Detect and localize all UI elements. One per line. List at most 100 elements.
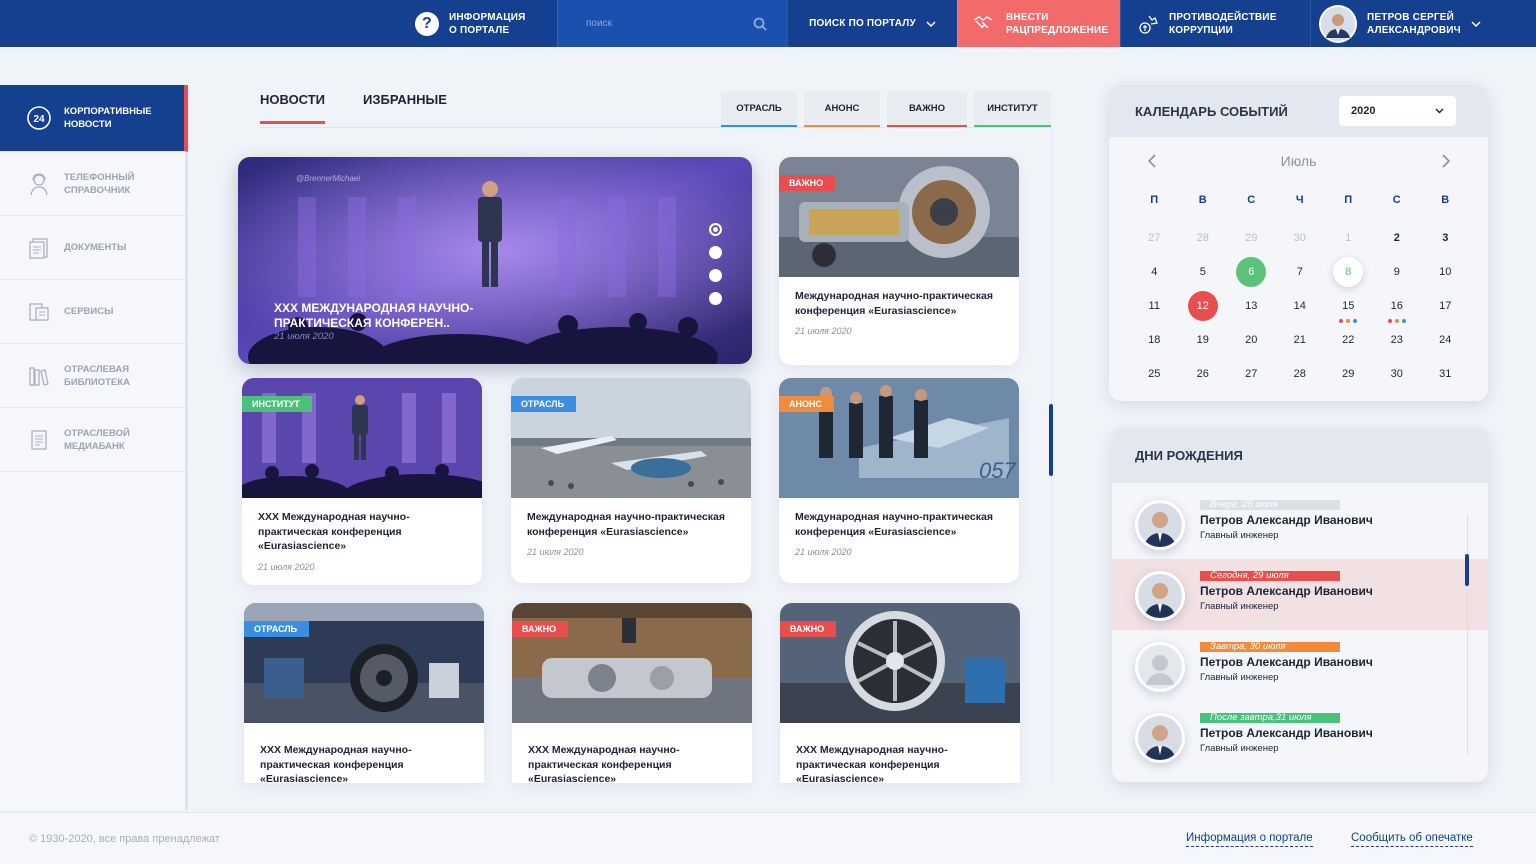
calendar-day-with-events[interactable]: 16 (1373, 291, 1422, 323)
calendar-day[interactable]: 27 (1130, 223, 1179, 253)
slider-dot-3[interactable] (709, 269, 722, 282)
sidebar-item-documents[interactable]: Документы (0, 216, 185, 280)
sidebar-item-corporate-news[interactable]: 24 Корпоративные новости (0, 85, 188, 152)
news-card[interactable]: Институт XXX Международная научно-практи… (242, 378, 482, 585)
calendar-day[interactable]: 1 (1324, 223, 1373, 253)
next-month-icon[interactable] (1437, 153, 1453, 169)
news-card[interactable]: Важно Международная научно-практическая … (779, 157, 1019, 365)
news-card-title[interactable]: XXX Международная научно-практическая ко… (244, 723, 484, 783)
calendar-day[interactable]: 29 (1324, 359, 1373, 389)
birthday-item[interactable]: Завтра, 30 июля Петров Александр Иванови… (1112, 630, 1488, 701)
news-card[interactable]: Отрасль XXX Международная научно-практич… (244, 603, 484, 783)
news-card[interactable]: 057 Анонс Международная научно-практичес… (779, 378, 1019, 583)
calendar-day[interactable]: 19 (1179, 325, 1228, 355)
sidebar-item-line2: справочник (64, 184, 131, 196)
calendar-day[interactable]: 25 (1130, 359, 1179, 389)
calendar-day[interactable]: 23 (1373, 325, 1422, 355)
tab-favorites[interactable]: Избранные (363, 92, 447, 124)
birthday-person-name[interactable]: Петров Александр Иванович (1200, 584, 1373, 598)
news-card-date: 21 июля 2020 (795, 326, 852, 336)
sidebar-item-phonebook[interactable]: Телефонный справочник (0, 152, 185, 216)
calendar-day[interactable]: 31 (1421, 359, 1470, 389)
calendar-day[interactable]: 30 (1373, 359, 1422, 389)
tab-news[interactable]: Новости (260, 92, 326, 124)
birthday-person-name[interactable]: Петров Александр Иванович (1200, 513, 1373, 527)
slider-dot-4[interactable] (709, 292, 722, 305)
sidebar-item-library[interactable]: Отраслевая библиотека (0, 344, 185, 408)
calendar-day-with-events[interactable]: 15 (1324, 291, 1373, 323)
calendar-day[interactable]: 7 (1276, 257, 1325, 287)
calendar-day[interactable]: 26 (1179, 359, 1228, 389)
user-avatar (1319, 4, 1357, 43)
calendar-day[interactable]: 30 (1276, 223, 1325, 253)
sidebar-item-label: Сервисы (64, 305, 113, 318)
calendar-day[interactable]: 21 (1276, 325, 1325, 355)
filter-institute-button[interactable]: Институт (974, 91, 1051, 127)
suggest-improvement-button[interactable]: Внести рацпредложение (957, 0, 1120, 47)
calendar-day[interactable]: 28 (1179, 223, 1228, 253)
hero-title[interactable]: XXX Международная научно-практическая ко… (274, 301, 514, 331)
filter-industry-button[interactable]: Отрасль (721, 91, 797, 127)
calendar-day[interactable]: 10 (1421, 257, 1470, 287)
calendar-day[interactable]: 11 (1130, 291, 1179, 321)
slider-dot-1[interactable] (709, 223, 722, 236)
user-name-line2: Александрович (1367, 24, 1461, 36)
calendar-day-selected[interactable]: 12 (1179, 291, 1228, 321)
birthday-person-role: Главный инженер (1200, 601, 1279, 612)
footer-report-typo-link[interactable]: Сообщить об опечатке (1351, 832, 1473, 847)
search-icon[interactable] (753, 17, 767, 31)
user-menu[interactable]: Петров Сергей Александрович (1310, 0, 1493, 47)
birthday-person-name[interactable]: Петров Александр Иванович (1200, 655, 1373, 669)
calendar-day[interactable]: 24 (1421, 325, 1470, 355)
footer-portal-info-link[interactable]: Информация о портале (1186, 832, 1313, 847)
hero-slider[interactable]: @BrennerMichael XXX Международная научно… (238, 157, 752, 364)
anti-corruption-button[interactable]: Противодействие коррупции (1120, 0, 1310, 47)
news-card-title[interactable]: Международная научно-практическая конфер… (779, 277, 1019, 318)
calendar-day[interactable]: 14 (1276, 291, 1325, 321)
news-card[interactable]: Отрасль Международная научно-практическа… (511, 378, 751, 583)
sidebar-nav: 24 Корпоративные новости Телефонный справо… (0, 85, 188, 810)
calendar-day[interactable]: 13 (1227, 291, 1276, 321)
calendar-day-today[interactable]: 8 (1324, 257, 1373, 287)
birthday-item[interactable]: После завтра,31 июля Петров Александр Ив… (1112, 701, 1488, 772)
calendar-day[interactable]: 18 (1130, 325, 1179, 355)
birthdays-scroll-thumb[interactable] (1465, 554, 1469, 586)
news-card-title[interactable]: XXX Международная научно-практическая ко… (780, 723, 1020, 783)
portal-info-button[interactable]: ? Информация о портале (405, 0, 557, 47)
portal-info-label: Информация о портале (449, 11, 526, 37)
hero-watermark: @BrennerMichael (296, 174, 361, 183)
calendar-day[interactable]: 28 (1276, 359, 1325, 389)
news-card-title[interactable]: Международная научно-практическая конфер… (511, 498, 751, 539)
portal-search-dropdown[interactable]: Поиск по порталу (787, 0, 957, 47)
content-scrollbar[interactable] (1049, 404, 1053, 476)
calendar-day[interactable]: 27 (1227, 359, 1276, 389)
calendar-day[interactable]: 22 (1324, 325, 1373, 355)
news-card-image: Важно (780, 603, 1020, 723)
news-card[interactable]: Важно XXX Международная научно-практичес… (780, 603, 1020, 783)
news-card-title[interactable]: XXX Международная научно-практическая ко… (512, 723, 752, 783)
calendar-day[interactable]: 2 (1373, 223, 1422, 253)
filter-announce-button[interactable]: Анонс (804, 91, 880, 127)
calendar-day[interactable]: 29 (1227, 223, 1276, 253)
slider-dot-2[interactable] (709, 246, 722, 259)
sidebar-item-mediabank[interactable]: Отраслевой медиабанк (0, 408, 185, 472)
news-card[interactable]: Важно XXX Международная научно-практичес… (512, 603, 752, 783)
calendar-day-event[interactable]: 6 (1227, 257, 1276, 287)
sidebar-item-services[interactable]: Сервисы (0, 280, 185, 344)
question-icon: ? (415, 11, 439, 36)
year-select[interactable]: 2020 (1339, 96, 1456, 126)
filter-important-button[interactable]: Важно (887, 91, 967, 127)
calendar-day[interactable]: 9 (1373, 257, 1422, 287)
birthday-item-today[interactable]: Сегодня, 29 июля Петров Александр Иванов… (1112, 559, 1488, 630)
search-input[interactable] (586, 18, 736, 29)
calendar-day[interactable]: 17 (1421, 291, 1470, 321)
news-card-title[interactable]: XXX Международная научно-практическая ко… (242, 498, 482, 554)
calendar-day[interactable]: 4 (1130, 257, 1179, 287)
news-card-title[interactable]: Международная научно-практическая конфер… (779, 498, 1019, 539)
documents-icon (26, 235, 52, 261)
birthday-item[interactable]: Вчера, 28 июля Петров Александр Иванович… (1112, 488, 1488, 559)
calendar-day[interactable]: 20 (1227, 325, 1276, 355)
birthday-person-name[interactable]: Петров Александр Иванович (1200, 726, 1373, 740)
calendar-day[interactable]: 3 (1421, 223, 1470, 253)
calendar-day[interactable]: 5 (1179, 257, 1228, 287)
